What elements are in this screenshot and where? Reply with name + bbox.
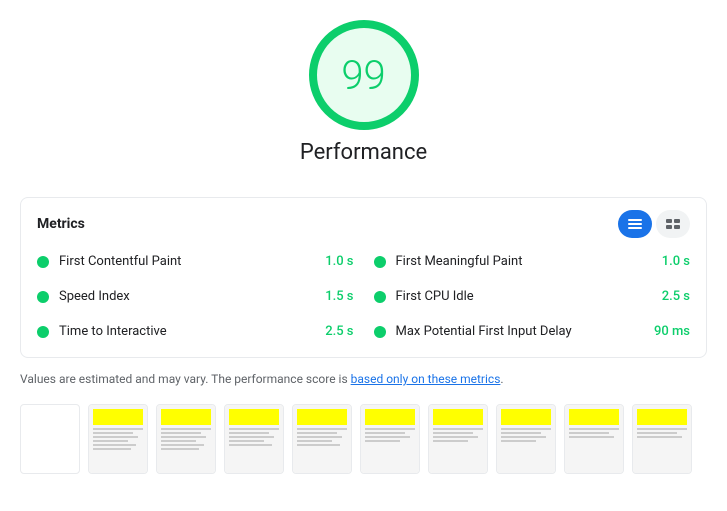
metric-row-si: Speed Index 1.5 s bbox=[37, 283, 354, 310]
disclaimer-link[interactable]: based only on these metrics bbox=[351, 372, 501, 386]
metric-value-tti: 2.5 s bbox=[325, 324, 353, 339]
grid-icon bbox=[666, 219, 680, 229]
view-toggle bbox=[618, 210, 690, 238]
metrics-title: Metrics bbox=[37, 216, 85, 232]
disclaimer: Values are estimated and may vary. The p… bbox=[20, 370, 707, 388]
metric-row-mpfid: Max Potential First Input Delay 90 ms bbox=[374, 318, 691, 345]
thumbnail-10 bbox=[632, 404, 692, 474]
metric-row-tti: Time to Interactive 2.5 s bbox=[37, 318, 354, 345]
thumbnails-row bbox=[20, 404, 707, 474]
thumbnail-4 bbox=[224, 404, 284, 474]
score-section: 99 Performance bbox=[20, 20, 707, 181]
disclaimer-text-after: . bbox=[500, 372, 503, 386]
score-circle: 99 bbox=[309, 20, 419, 130]
metric-value-fci: 2.5 s bbox=[662, 289, 690, 304]
metric-dot-mpfid bbox=[374, 326, 386, 338]
thumbnail-3 bbox=[156, 404, 216, 474]
grid-view-button[interactable] bbox=[656, 210, 690, 238]
disclaimer-text-before: Values are estimated and may vary. The p… bbox=[20, 372, 351, 386]
thumbnail-2 bbox=[88, 404, 148, 474]
metric-name-si: Speed Index bbox=[59, 289, 317, 304]
metric-dot-fcp bbox=[37, 256, 49, 268]
thumbnail-8 bbox=[496, 404, 556, 474]
thumbnail-9 bbox=[564, 404, 624, 474]
metric-name-fcp: First Contentful Paint bbox=[59, 254, 317, 269]
list-view-button[interactable] bbox=[618, 210, 652, 238]
metric-value-fcp: 1.0 s bbox=[325, 254, 353, 269]
thumbnail-6 bbox=[360, 404, 420, 474]
metrics-header: Metrics bbox=[37, 210, 690, 238]
metric-dot-tti bbox=[37, 326, 49, 338]
metric-value-mpfid: 90 ms bbox=[654, 324, 690, 339]
metric-name-fci: First CPU Idle bbox=[396, 289, 654, 304]
metrics-section: Metrics First Conte bbox=[20, 197, 707, 358]
metric-dot-fmp bbox=[374, 256, 386, 268]
metric-value-fmp: 1.0 s bbox=[662, 254, 690, 269]
metric-name-fmp: First Meaningful Paint bbox=[396, 254, 654, 269]
score-label: Performance bbox=[300, 140, 427, 165]
thumbnail-1 bbox=[20, 404, 80, 474]
score-value: 99 bbox=[341, 52, 385, 99]
metric-name-tti: Time to Interactive bbox=[59, 324, 317, 339]
metric-row-fci: First CPU Idle 2.5 s bbox=[374, 283, 691, 310]
metric-row-fmp: First Meaningful Paint 1.0 s bbox=[374, 248, 691, 275]
metric-value-si: 1.5 s bbox=[325, 289, 353, 304]
list-icon bbox=[628, 219, 642, 229]
metric-name-mpfid: Max Potential First Input Delay bbox=[396, 324, 646, 339]
thumbnail-5 bbox=[292, 404, 352, 474]
metric-row-fcp: First Contentful Paint 1.0 s bbox=[37, 248, 354, 275]
metric-dot-fci bbox=[374, 291, 386, 303]
metric-dot-si bbox=[37, 291, 49, 303]
thumbnail-7 bbox=[428, 404, 488, 474]
metrics-grid: First Contentful Paint 1.0 s First Meani… bbox=[37, 248, 690, 345]
